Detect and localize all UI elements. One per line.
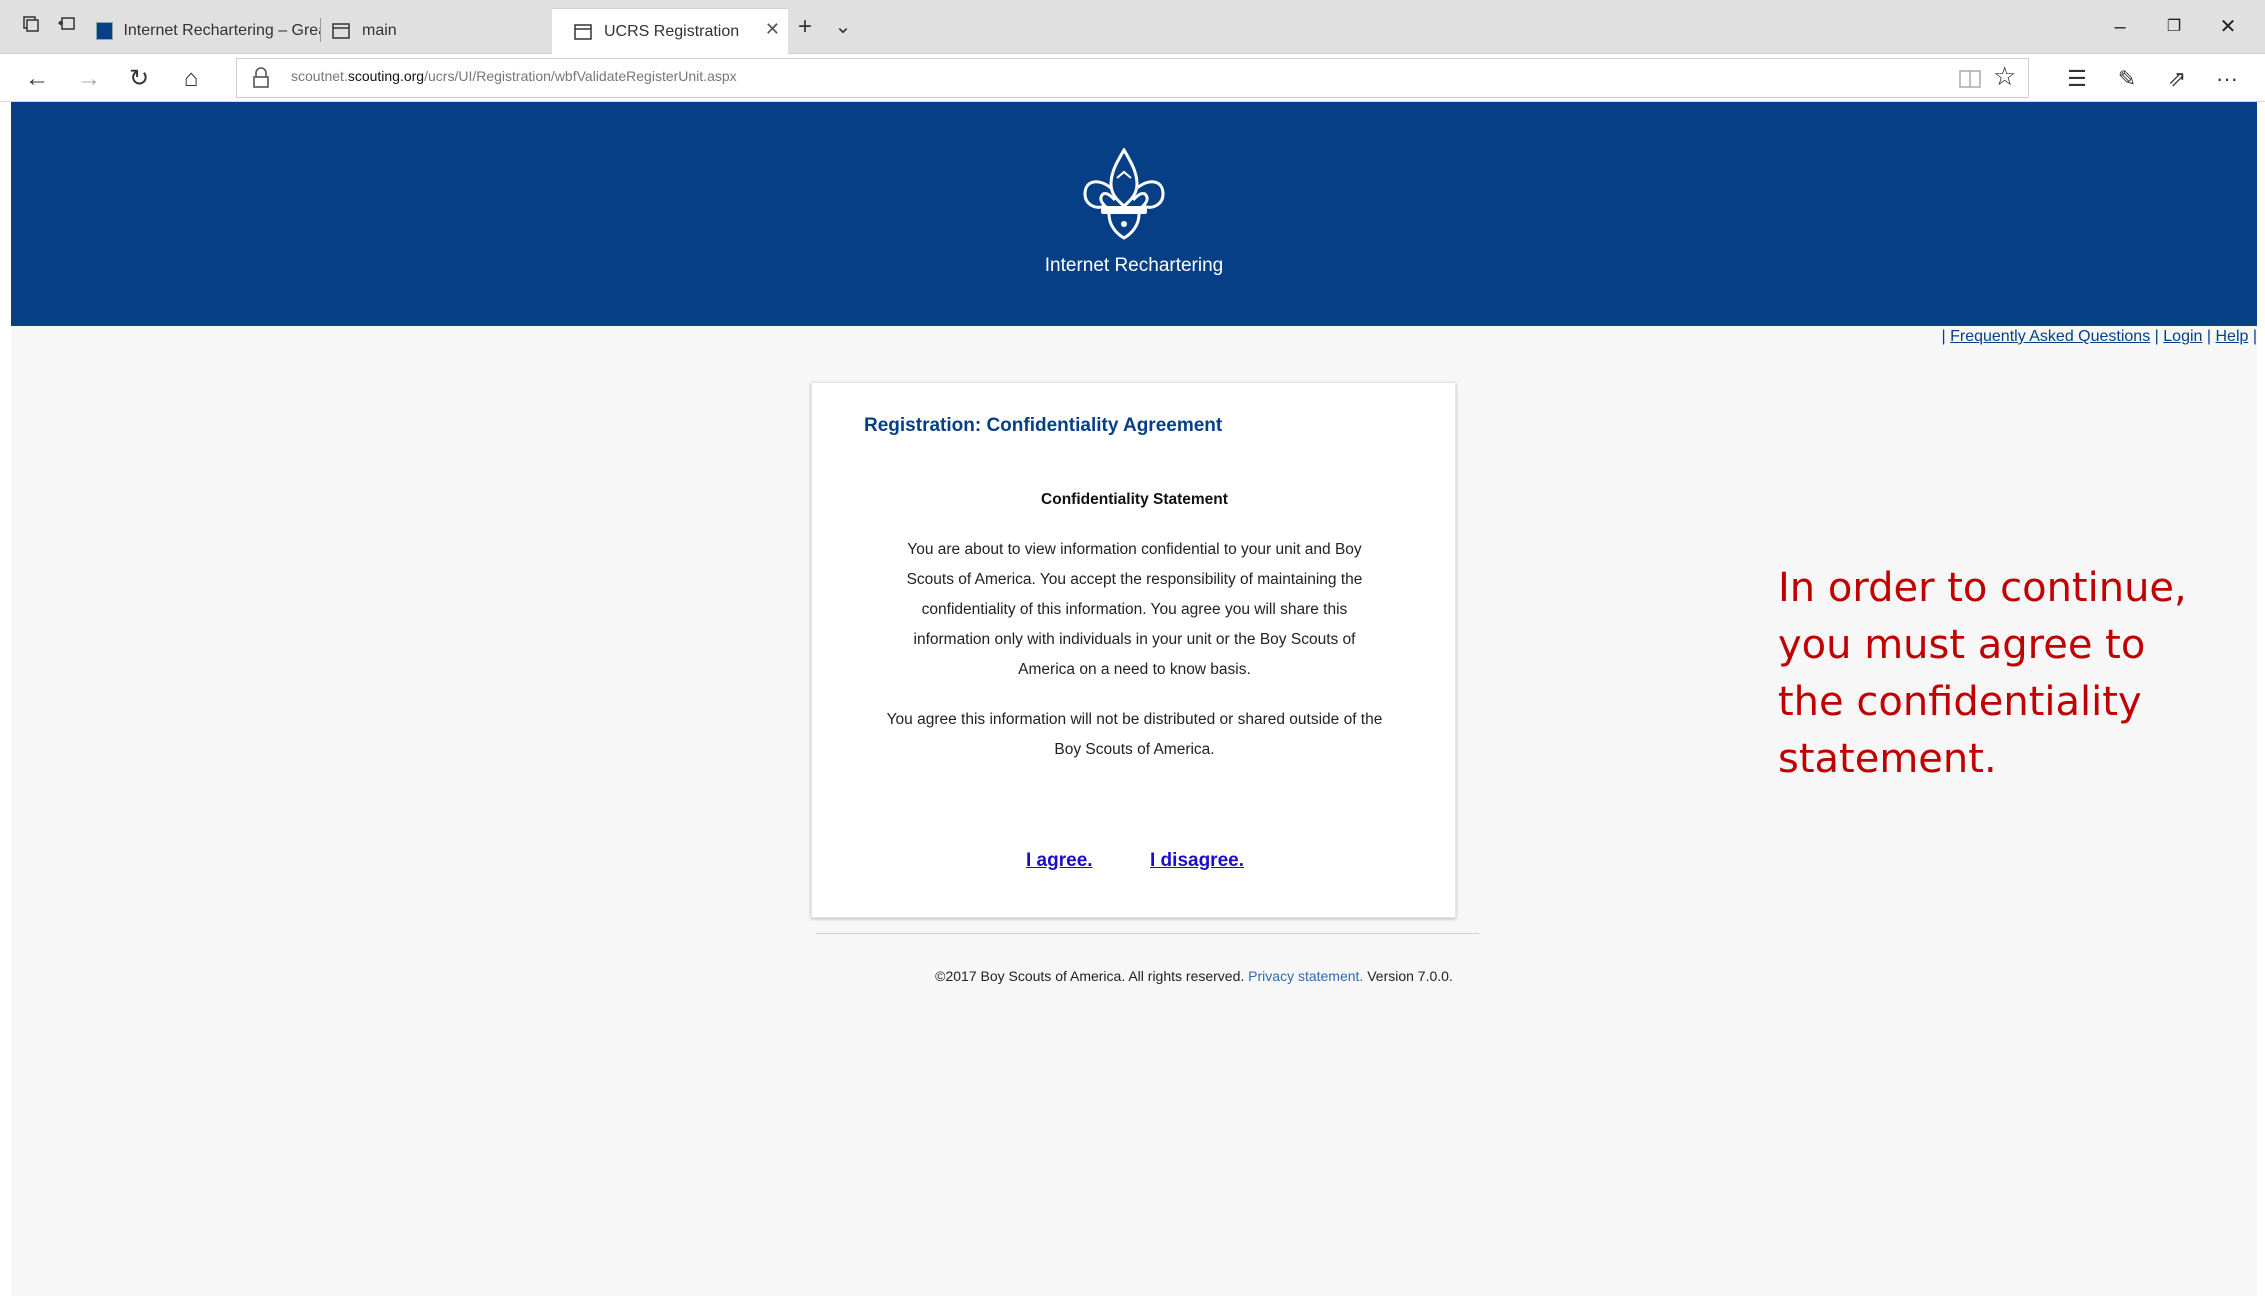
privacy-statement-link[interactable]: Privacy statement.	[1248, 968, 1363, 984]
reading-view-icon[interactable]	[1959, 69, 1981, 89]
favorite-star-icon[interactable]: ☆	[1993, 61, 2016, 92]
bsa-favicon-icon	[96, 22, 114, 40]
restore-button[interactable]: ❐	[2154, 12, 2194, 42]
i-agree-link[interactable]: I agree.	[1026, 850, 1093, 872]
i-disagree-link[interactable]: I disagree.	[1150, 850, 1244, 872]
help-link[interactable]: Help	[2215, 328, 2248, 345]
statement-line: Boy Scouts of America.	[1054, 741, 1215, 758]
callout-line: statement.	[1778, 736, 1997, 782]
callout-line: you must agree to	[1778, 622, 2146, 668]
set-aside-tabs-icon	[23, 16, 39, 32]
lock-icon	[253, 67, 269, 88]
statement-paragraph-1: You are about to view information confid…	[872, 535, 1397, 685]
url-text[interactable]: scoutnet.scouting.org/ucrs/UI/Registrati…	[291, 68, 737, 84]
address-bar[interactable]: scoutnet.scouting.org/ucrs/UI/Registrati…	[236, 58, 2029, 98]
site-header: Internet Rechartering	[11, 102, 2257, 326]
page-footer: ©2017 Boy Scouts of America. All rights …	[11, 968, 2257, 984]
copyright-text: ©2017 Boy Scouts of America. All rights …	[935, 968, 1245, 984]
browser-tab-bar: Internet Rechartering – Grea main UCRS R…	[0, 0, 2265, 54]
new-tab-button[interactable]: +	[792, 14, 818, 40]
share-icon[interactable]: ⇗	[2160, 62, 2194, 96]
web-page: Internet Rechartering | Frequently Asked…	[11, 102, 2257, 1296]
page-icon	[574, 23, 592, 40]
statement-line: You agree this information will not be d…	[886, 711, 1383, 728]
login-link[interactable]: Login	[2163, 328, 2202, 345]
callout-line: In order to continue,	[1778, 565, 2187, 611]
tab-list-chevron-icon[interactable]: ⌄	[830, 14, 856, 40]
url-domain: scouting.org	[347, 68, 425, 84]
url-prefix: scoutnet.	[291, 68, 348, 84]
back-icon[interactable]: ←	[20, 62, 54, 96]
version-text: Version 7.0.0.	[1367, 968, 1453, 984]
confidentiality-card: Registration: Confidentiality Agreement …	[811, 382, 1456, 918]
statement-line: America on a need to know basis.	[1018, 661, 1251, 678]
page-icon	[332, 23, 350, 39]
link-separator: |	[1941, 328, 1946, 345]
faq-link[interactable]: Frequently Asked Questions	[1950, 328, 2150, 345]
close-window-button[interactable]: ✕	[2208, 12, 2248, 42]
home-icon[interactable]: ⌂	[174, 62, 208, 96]
browser-nav-bar: ← → ↻ ⌂ scoutnet.scouting.org/ucrs/UI/Re…	[0, 54, 2265, 102]
tab-actions-icon[interactable]	[18, 14, 44, 40]
url-path: /ucrs/UI/Registration/wbfValidateRegiste…	[424, 68, 737, 84]
more-menu-icon[interactable]: ···	[2210, 62, 2244, 96]
favorites-list-icon[interactable]: ☰	[2060, 62, 2094, 96]
minimize-button[interactable]: –	[2100, 12, 2140, 42]
statement-line: Scouts of America. You accept the respon…	[906, 571, 1363, 588]
tab-main[interactable]: main	[322, 8, 552, 54]
instruction-callout: In order to continue, you must agree to …	[1778, 560, 2218, 788]
statement-line: information only with individuals in you…	[913, 631, 1356, 648]
statement-line: confidentiality of this information. You…	[921, 601, 1348, 618]
tab-separator	[320, 18, 321, 42]
link-separator: |	[2154, 328, 2159, 345]
tab-title: main	[362, 22, 397, 39]
bsa-fleur-de-lis-logo-icon	[1083, 148, 1165, 240]
forward-icon[interactable]: →	[72, 62, 106, 96]
callout-line: the confidentiality	[1778, 679, 2142, 725]
statement-line: You are about to view information confid…	[907, 541, 1362, 558]
site-title: Internet Rechartering	[1044, 255, 1224, 276]
tab-title: UCRS Registration	[604, 22, 740, 40]
tabs-aside-icon	[57, 17, 75, 30]
tab-close-icon[interactable]: ✕	[765, 19, 780, 40]
show-aside-tabs-icon[interactable]	[54, 14, 80, 40]
link-separator: |	[2206, 328, 2212, 345]
footer-divider	[816, 933, 1479, 934]
web-note-pen-icon[interactable]: ✎	[2110, 62, 2144, 96]
statement-paragraph-2: You agree this information will not be d…	[852, 705, 1417, 765]
tab-ucrs-registration[interactable]: UCRS Registration ✕	[552, 8, 788, 54]
refresh-icon[interactable]: ↻	[122, 62, 156, 96]
tab-title: Internet Rechartering – Grea	[123, 22, 320, 39]
statement-title: Confidentiality Statement	[1041, 491, 1228, 508]
top-links: | Frequently Asked Questions | Login | H…	[1941, 328, 2257, 346]
card-heading: Registration: Confidentiality Agreement	[864, 415, 1223, 436]
tab-internet-rechartering[interactable]: Internet Rechartering – Grea	[86, 8, 320, 54]
link-separator: |	[2252, 328, 2257, 345]
